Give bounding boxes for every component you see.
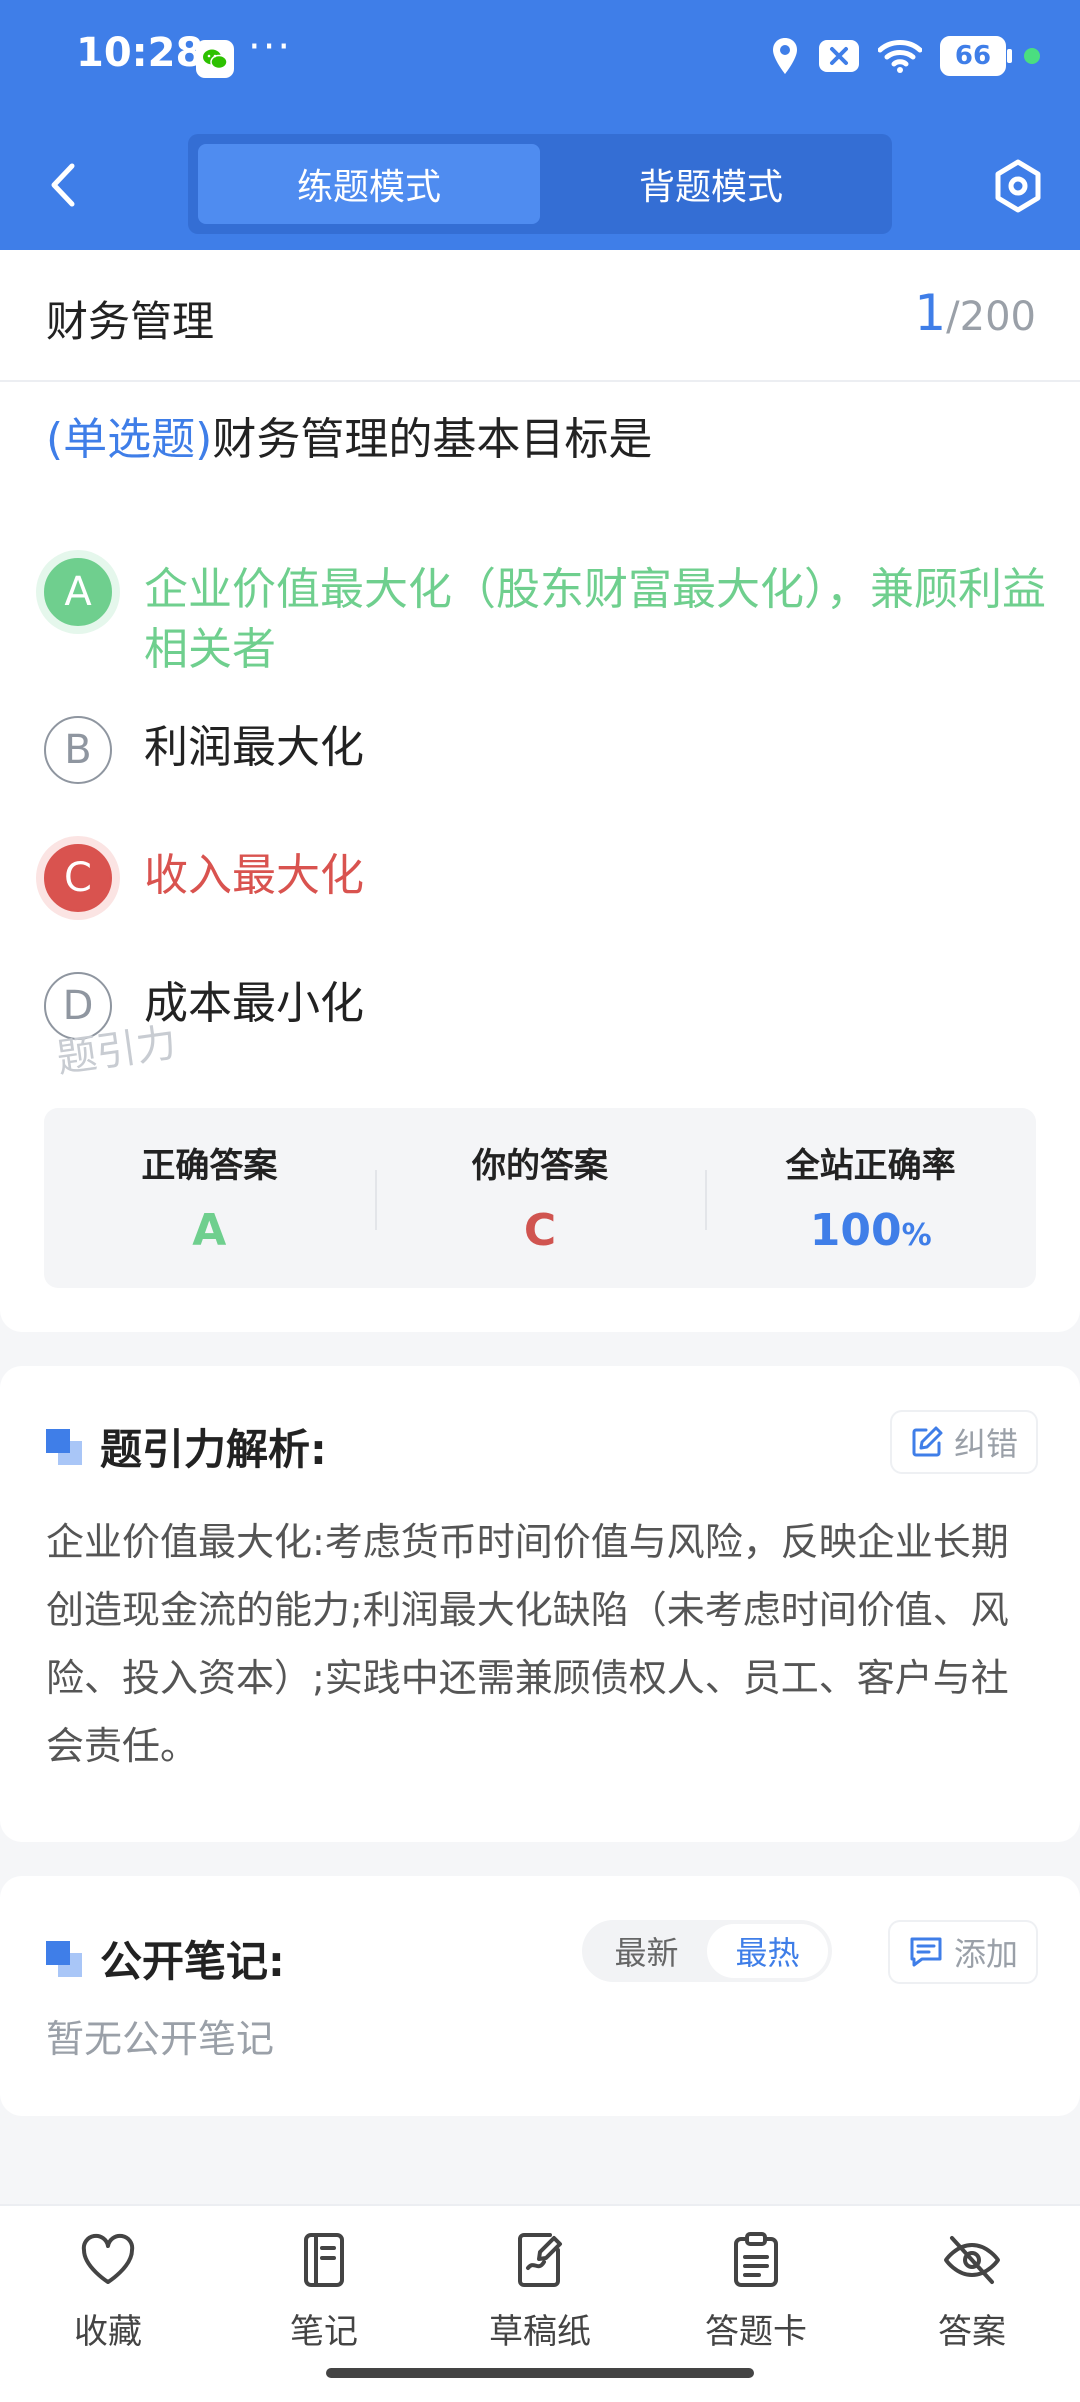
show-answer-label: 答案 [938,2312,1006,2352]
notes-sort-toggle: 最新 最热 [582,1920,832,1982]
accuracy-unit: % [901,1218,932,1253]
tab-practice-mode[interactable]: 练题模式 [198,144,540,224]
option-text: 成本最小化 [144,978,364,1029]
question-card: 财务管理 1/200 (单选题)财务管理的基本目标是 A 企业价值最大化（股东财… [0,250,1080,1332]
notes-label: 笔记 [290,2312,358,2352]
option-letter: A [44,558,112,626]
recording-dot [1024,48,1040,64]
question-progress: 1/200 [914,284,1036,342]
no-sim-icon [819,40,859,72]
status-time: 10:28 [76,30,204,76]
favorite-button[interactable]: 收藏 [0,2206,216,2402]
option-text: 利润最大化 [144,722,364,773]
question-type: (单选题) [46,414,213,465]
add-note-label: 添加 [953,1935,1018,1973]
mode-switch: 练题模式 背题模式 [188,134,892,234]
progress-current: 1 [914,284,947,342]
correct-answer: 正确答案 A [44,1108,375,1288]
header-bar: 10:28 ··· 66 练题模式 背题模式 [0,0,1080,250]
clipboard-icon [734,2232,778,2287]
correct-answer-label: 正确答案 [141,1146,278,1186]
analysis-card: 题引力解析: 纠错 企业价值最大化:考虑货币时间价值与风险，反映企业长期创造现金… [0,1366,1080,1842]
settings-icon[interactable] [990,158,1046,214]
draft-icon [518,2233,562,2287]
notebook-icon [304,2233,344,2287]
edit-icon [912,1426,943,1457]
more-notifications-icon: ··· [248,24,293,70]
wechat-icon [196,40,234,78]
draft-paper-label: 草稿纸 [489,2312,591,2352]
favorite-label: 收藏 [74,2312,142,2352]
heart-icon [81,2233,135,2284]
eye-off-icon [944,2236,1000,2284]
home-indicator[interactable] [326,2368,754,2378]
option-letter: C [44,844,112,912]
option-text: 收入最大化 [144,850,364,901]
analysis-title: 题引力解析: [46,1416,327,1477]
question-stem: (单选题)财务管理的基本目标是 [46,408,1036,472]
back-icon[interactable] [44,160,84,210]
add-note-button[interactable]: 添加 [889,1922,1036,1982]
site-accuracy: 全站正确率 100% [705,1108,1036,1288]
site-accuracy-value: 100% [705,1205,1036,1256]
analysis-text: 企业价值最大化:考虑货币时间价值与风险，反映企业长期创造现金流的能力;利润最大化… [46,1520,1009,1768]
comment-icon [910,1937,942,1967]
analysis-title-text: 题引力解析: [100,1425,327,1474]
notes-title-text: 公开笔记: [100,1937,285,1986]
location-icon [773,38,797,74]
notes-card: 公开笔记: 最新 最热 添加 暂无公开笔记 [0,1876,1080,2116]
answer-sheet-label: 答题卡 [705,2312,807,2352]
your-answer: 你的答案 C [374,1108,706,1288]
section-icon [46,1940,82,1977]
report-error-button[interactable]: 纠错 [891,1412,1036,1472]
notes-title: 公开笔记: [46,1928,285,1989]
subject-row: 财务管理 1/200 [0,250,1080,382]
option-letter: B [44,716,112,784]
subject-title: 财务管理 [46,297,215,346]
progress-total: /200 [946,294,1036,340]
option-text: 企业价值最大化（股东财富最大化），兼顾利益相关者 [144,564,1046,675]
tab-recite-mode[interactable]: 背题模式 [540,144,882,224]
wifi-icon [878,40,922,73]
site-accuracy-label: 全站正确率 [785,1146,956,1186]
show-answer-button[interactable]: 答案 [864,2206,1080,2402]
answer-summary: 正确答案 A 你的答案 C 全站正确率 100% [44,1108,1036,1288]
report-error-label: 纠错 [953,1425,1018,1463]
battery-icon: 66 [940,36,1012,76]
question-text: 财务管理的基本目标是 [212,414,653,465]
correct-answer-value: A [192,1205,227,1256]
nav-bar: 练题模式 背题模式 [0,120,1080,250]
your-answer-label: 你的答案 [472,1146,608,1186]
your-answer-value: C [523,1205,557,1256]
sort-newest[interactable]: 最新 [586,1924,707,1978]
notes-empty-text: 暂无公开笔记 [46,2017,275,2061]
sort-hottest[interactable]: 最热 [707,1924,828,1978]
status-bar: 10:28 ··· 66 [0,0,1080,120]
section-icon [46,1428,82,1465]
accuracy-number: 100 [809,1205,902,1256]
